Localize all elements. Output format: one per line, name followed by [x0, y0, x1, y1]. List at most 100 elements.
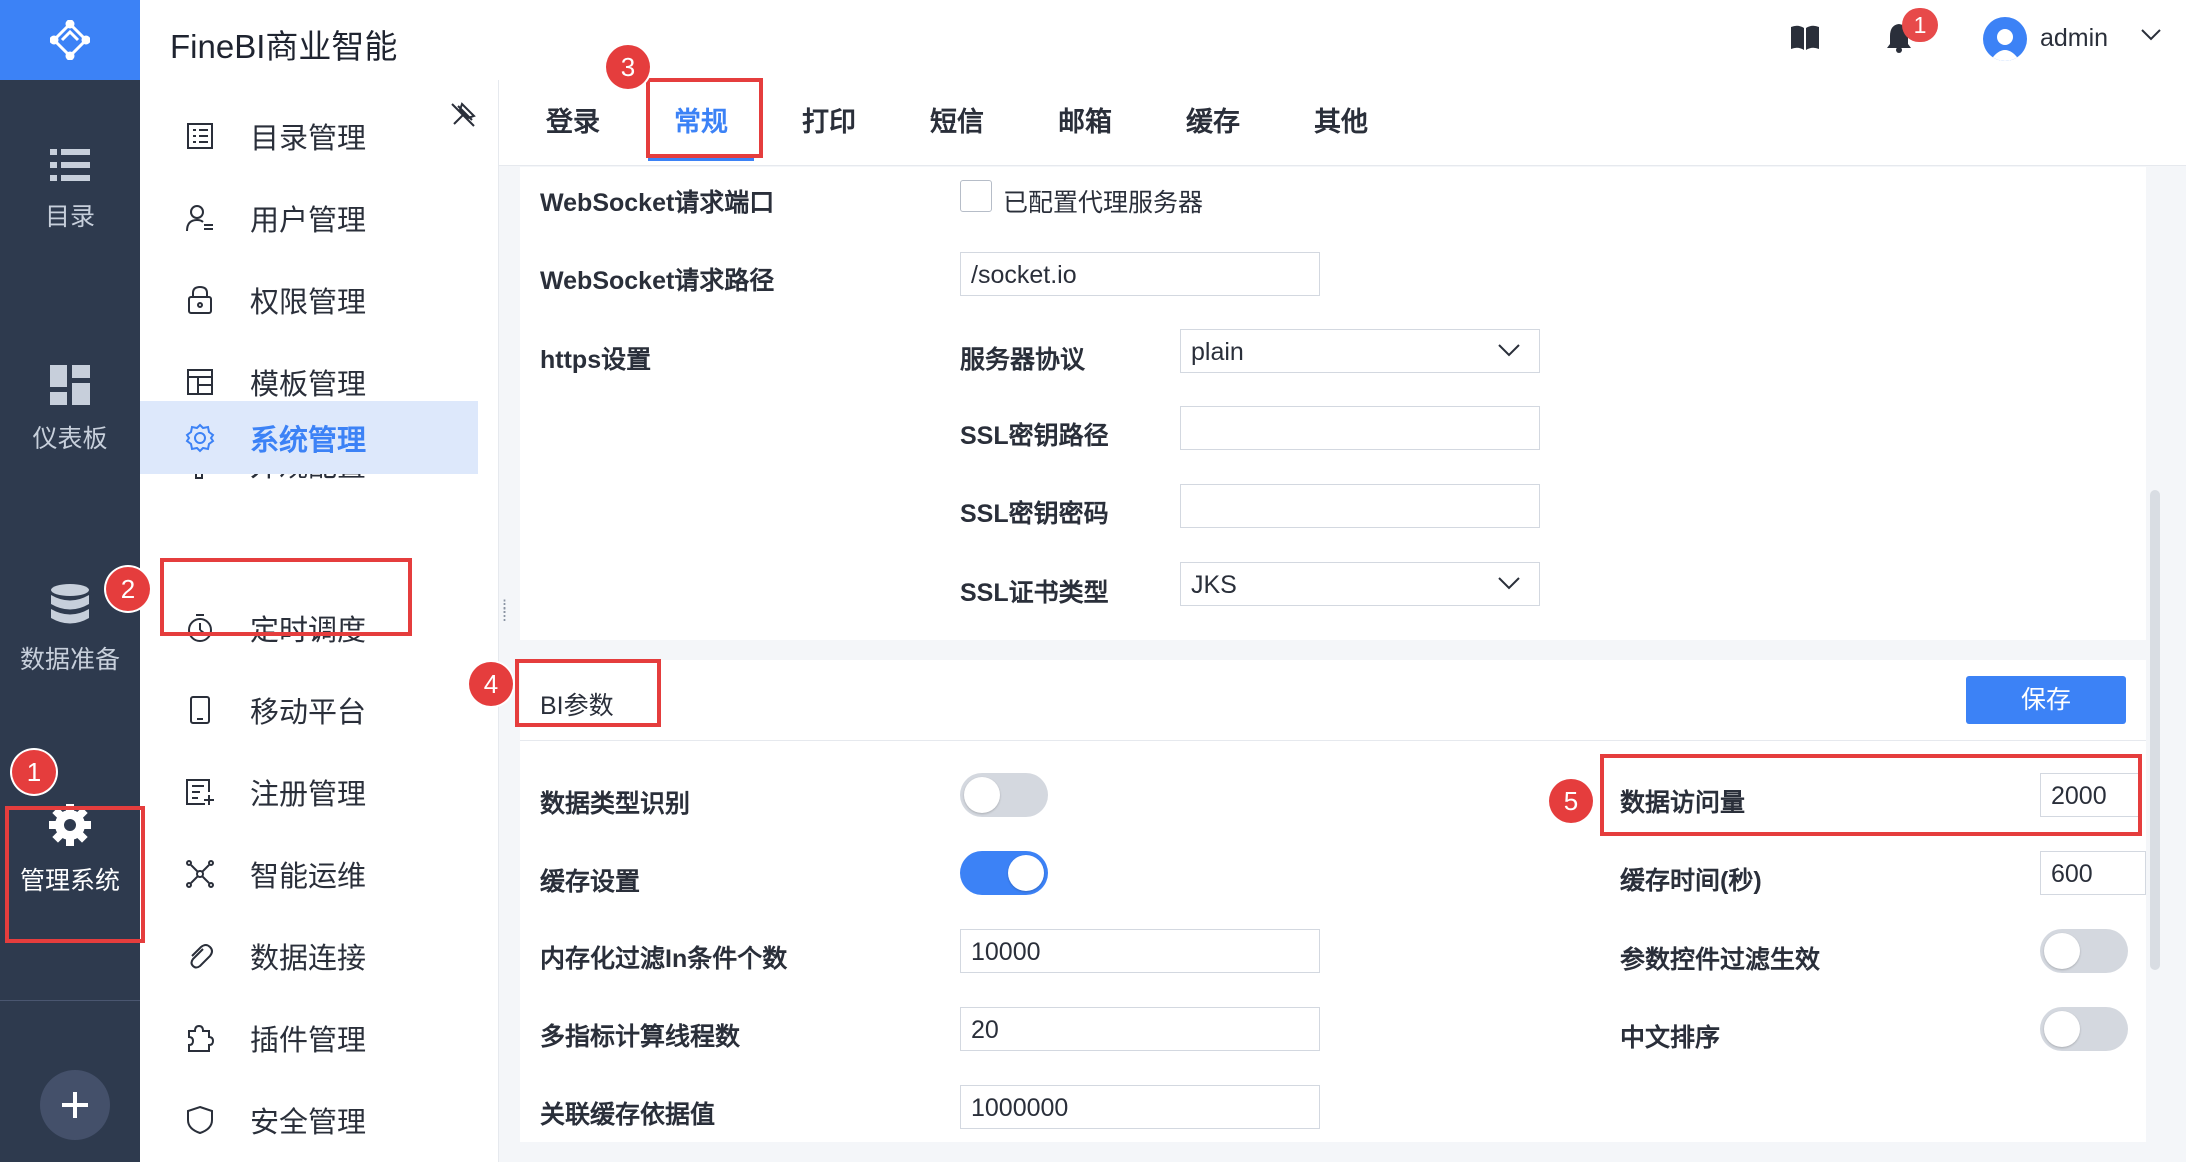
tab-print[interactable]: 打印 — [797, 80, 861, 165]
tab-email[interactable]: 邮箱 — [1053, 80, 1117, 165]
sidebar-item-permissions[interactable]: 权限管理 — [140, 264, 478, 336]
register-icon — [180, 772, 220, 812]
websocket-path-input[interactable]: /socket.io — [960, 252, 1320, 296]
cache-time-input[interactable]: 600 — [2040, 851, 2146, 895]
sidebar-resize-handle[interactable]: ⁞ ⁞ — [502, 598, 512, 633]
server-protocol-select[interactable]: plain — [1180, 329, 1540, 373]
annotation-number: 2 — [106, 567, 150, 611]
dashboard-icon — [50, 365, 90, 405]
annotation-number: 1 — [12, 750, 56, 794]
ssl-cert-type-label: SSL证书类型 — [960, 579, 1109, 607]
https-settings-label: https设置 — [540, 346, 652, 374]
sidebar-item-ops[interactable]: 智能运维 — [140, 838, 478, 910]
server-protocol-value: plain — [1191, 338, 1244, 366]
toggle-knob — [2044, 1011, 2080, 1047]
scrollbar[interactable] — [2150, 490, 2160, 970]
in-filter-count-input[interactable]: 10000 — [960, 929, 1320, 973]
annotation-box-general-tab — [646, 78, 763, 158]
avatar[interactable] — [1983, 17, 2027, 61]
rail-item-label: 数据准备 — [19, 646, 120, 674]
data-type-detect-toggle[interactable] — [960, 773, 1048, 817]
cache-setting-toggle[interactable] — [960, 851, 1048, 895]
chevron-down-icon[interactable] — [2140, 28, 2162, 42]
in-filter-count-label: 内存化过滤In条件个数 — [540, 945, 788, 973]
chevron-down-icon — [1498, 344, 1520, 357]
bi-params-card — [520, 660, 2146, 1142]
username[interactable]: admin — [2040, 24, 2108, 53]
websocket-port-label: WebSocket请求端口 — [540, 189, 775, 217]
link-icon — [180, 936, 220, 976]
list-icon — [50, 149, 90, 181]
sidebar-item-system-management[interactable]: 系统管理 — [140, 401, 478, 474]
toggle-knob — [2044, 933, 2080, 969]
sidebar-item-mobile[interactable]: 移动平台 — [140, 674, 478, 746]
tab-sms[interactable]: 短信 — [925, 80, 989, 165]
sidebar-item-catalog[interactable]: 目录管理 — [140, 100, 478, 172]
ssl-key-path-input[interactable] — [1180, 406, 1540, 450]
notification-badge: 1 — [1902, 8, 1938, 42]
lock-icon — [180, 280, 220, 320]
tab-other[interactable]: 其他 — [1309, 80, 1373, 165]
puzzle-icon — [180, 1018, 220, 1058]
chinese-sort-label: 中文排序 — [1620, 1024, 1721, 1052]
app-logo[interactable] — [0, 0, 140, 80]
mobile-icon — [180, 690, 220, 730]
tab-login[interactable]: 登录 — [541, 80, 605, 165]
network-icon — [180, 854, 220, 894]
chinese-sort-toggle[interactable] — [2040, 1007, 2128, 1051]
app-title: FineBI商业智能 — [170, 28, 398, 65]
annotation-box-system — [160, 558, 412, 636]
template-icon — [180, 362, 220, 402]
ssl-key-password-input[interactable] — [1180, 484, 1540, 528]
rail-item-catalog[interactable]: 目录 — [0, 125, 140, 255]
user-avatar-icon — [1990, 29, 2020, 61]
ssl-key-path-label: SSL密钥路径 — [960, 422, 1109, 450]
shield-icon — [180, 1100, 220, 1140]
sidebar-item-security[interactable]: 安全管理 — [140, 1084, 478, 1156]
user-icon — [180, 198, 220, 238]
param-filter-label: 参数控件过滤生效 — [1620, 946, 1821, 974]
book-icon[interactable] — [1790, 24, 1820, 52]
plus-icon — [62, 1092, 88, 1118]
annotation-box-bi-params — [515, 659, 661, 727]
sidebar-item-users[interactable]: 用户管理 — [140, 182, 478, 254]
rail-divider — [0, 1000, 140, 1001]
toggle-knob — [964, 777, 1000, 813]
database-icon — [51, 584, 89, 624]
save-button[interactable]: 保存 — [1966, 676, 2126, 724]
sidebar-item-label: 目录管理 — [250, 123, 367, 155]
rail-item-label: 仪表板 — [32, 425, 108, 453]
sidebar-item-label: 移动平台 — [250, 697, 367, 729]
assoc-cache-input[interactable]: 1000000 — [960, 1085, 1320, 1129]
server-protocol-label: 服务器协议 — [960, 346, 1086, 374]
param-filter-toggle[interactable] — [2040, 929, 2128, 973]
tab-cache[interactable]: 缓存 — [1181, 80, 1245, 165]
sidebar-item-label: 系统管理 — [250, 424, 367, 457]
annotation-box-admin — [5, 806, 145, 943]
rail-item-dashboard[interactable]: 仪表板 — [0, 345, 140, 475]
websocket-path-label: WebSocket请求路径 — [540, 267, 775, 295]
thread-count-label: 多指标计算线程数 — [540, 1023, 741, 1051]
ssl-key-password-label: SSL密钥密码 — [960, 500, 1109, 528]
sidebar-item-data-connection[interactable]: 数据连接 — [140, 920, 478, 992]
sidebar-item-label: 权限管理 — [250, 287, 367, 319]
assoc-cache-label: 关联缓存依据值 — [540, 1101, 716, 1129]
sidebar-item-label: 智能运维 — [250, 861, 367, 893]
ssl-cert-type-select[interactable]: JKS — [1180, 562, 1540, 606]
proxy-checkbox[interactable] — [960, 180, 992, 212]
sidebar-item-plugins[interactable]: 插件管理 — [140, 1002, 478, 1074]
sidebar-item-label: 数据连接 — [250, 943, 367, 975]
ssl-cert-type-value: JKS — [1191, 571, 1237, 599]
proxy-checkbox-label: 已配置代理服务器 — [1003, 189, 1204, 217]
sidebar-item-label: 模板管理 — [250, 369, 367, 401]
thread-count-input[interactable]: 20 — [960, 1007, 1320, 1051]
cache-time-label: 缓存时间(秒) — [1620, 867, 1762, 895]
annotation-box-data-access — [1600, 754, 2142, 836]
sidebar-item-registration[interactable]: 注册管理 — [140, 756, 478, 828]
sidebar-item-label: 注册管理 — [250, 779, 367, 811]
annotation-number: 4 — [469, 662, 513, 706]
chevron-down-icon — [1498, 577, 1520, 590]
sidebar-item-label: 用户管理 — [250, 205, 367, 237]
add-button[interactable] — [40, 1070, 110, 1140]
catalog-icon — [180, 116, 220, 156]
